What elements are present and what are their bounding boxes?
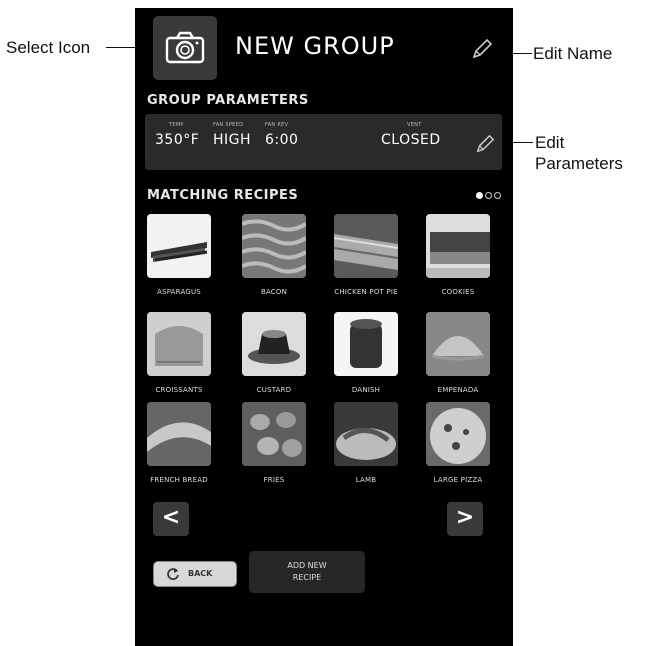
recipe-name: DANISH bbox=[351, 386, 381, 394]
recipe-name: COOKIES bbox=[441, 288, 475, 296]
param-fan-speed-label: FAN SPEED bbox=[213, 122, 244, 128]
group-parameters-heading: GROUP PARAMETERS bbox=[147, 93, 309, 108]
recipe-name: ASPARAGUS bbox=[157, 288, 201, 296]
prev-page-button[interactable]: < bbox=[153, 502, 189, 536]
add-new-recipe-button[interactable]: ADD NEW RECIPE bbox=[249, 551, 365, 593]
param-vent-value: CLOSED bbox=[381, 132, 441, 148]
param-fan-speed: FAN SPEED HIGH bbox=[213, 122, 251, 148]
recipe-image-chicken-pot-pie bbox=[334, 214, 398, 278]
matching-recipes-heading: MATCHING RECIPES bbox=[147, 188, 299, 203]
page-dot[interactable] bbox=[494, 192, 501, 199]
recipe-tile[interactable]: FRIES bbox=[242, 402, 306, 484]
recipe-image-empenada bbox=[426, 312, 490, 376]
param-temp: TEMP 350°F bbox=[155, 122, 199, 148]
recipe-tile[interactable]: CHICKEN POT PIE bbox=[334, 214, 398, 296]
group-parameters-bar[interactable]: TEMP 350°F FAN SPEED HIGH FAN REV 6:00 V… bbox=[145, 114, 502, 170]
recipe-tile[interactable]: DANISH bbox=[334, 312, 398, 394]
recipe-name: EMPENADA bbox=[437, 386, 479, 394]
recipe-tile[interactable]: FRENCH BREAD bbox=[147, 402, 211, 484]
recipe-name: CHICKEN POT PIE bbox=[334, 288, 398, 296]
recipe-name: CUSTARD bbox=[256, 386, 292, 394]
recipe-image-cookies bbox=[426, 214, 490, 278]
param-temp-label: TEMP bbox=[169, 122, 184, 128]
select-icon-button[interactable] bbox=[153, 16, 217, 80]
recipe-tile[interactable]: BACON bbox=[242, 214, 306, 296]
pencil-icon bbox=[472, 38, 493, 59]
refresh-arrow-icon bbox=[167, 568, 179, 580]
recipe-name: FRIES bbox=[263, 476, 285, 484]
recipe-tile[interactable]: LARGE PIZZA bbox=[426, 402, 490, 484]
recipe-image-croissants bbox=[147, 312, 211, 376]
recipe-tile[interactable]: COOKIES bbox=[426, 214, 490, 296]
recipe-name: CROISSANTS bbox=[155, 386, 203, 394]
edit-parameters-button[interactable] bbox=[475, 134, 495, 158]
recipe-image-fries bbox=[242, 402, 306, 466]
param-fan-rev: FAN REV 6:00 bbox=[265, 122, 298, 148]
recipe-image-french-bread bbox=[147, 402, 211, 466]
recipe-name: FRENCH BREAD bbox=[150, 476, 208, 484]
device-screen: NEW GROUP GROUP PARAMETERS TEMP 350°F FA… bbox=[135, 8, 513, 646]
recipe-name: LAMB bbox=[355, 476, 377, 484]
annotation-edit-parameters-line1: Edit bbox=[535, 133, 565, 152]
recipe-image-bacon bbox=[242, 214, 306, 278]
back-button-label: BACK bbox=[188, 569, 213, 578]
param-vent-label: VENT bbox=[407, 122, 422, 128]
annotation-edit-name: Edit Name bbox=[533, 44, 613, 63]
recipe-tile[interactable]: EMPENADA bbox=[426, 312, 490, 394]
param-fan-speed-value: HIGH bbox=[213, 132, 252, 148]
recipe-image-asparagus bbox=[147, 214, 211, 278]
annotation-edit-parameters-line2: Parameters bbox=[535, 154, 623, 173]
param-fan-rev-label: FAN REV bbox=[265, 122, 289, 128]
add-new-recipe-line2: RECIPE bbox=[292, 573, 322, 582]
recipe-tile[interactable]: CUSTARD bbox=[242, 312, 306, 394]
page-dot-active[interactable] bbox=[476, 192, 483, 199]
recipe-name: BACON bbox=[260, 288, 288, 296]
param-fan-rev-value: 6:00 bbox=[265, 132, 299, 148]
edit-name-button[interactable] bbox=[471, 38, 493, 64]
recipe-image-large-pizza bbox=[426, 402, 490, 466]
next-page-button[interactable]: > bbox=[447, 502, 483, 536]
recipe-tile[interactable]: CROISSANTS bbox=[147, 312, 211, 394]
back-button[interactable]: BACK bbox=[153, 561, 237, 587]
page-dot[interactable] bbox=[485, 192, 492, 199]
recipe-image-lamb bbox=[334, 402, 398, 466]
add-new-recipe-line1: ADD NEW bbox=[287, 561, 327, 570]
param-vent: VENT CLOSED bbox=[381, 122, 441, 148]
pencil-icon bbox=[476, 134, 495, 153]
annotation-edit-parameters: Edit Parameters bbox=[535, 132, 623, 174]
recipe-image-custard bbox=[242, 312, 306, 376]
page-indicator bbox=[476, 192, 501, 199]
recipe-name: LARGE PIZZA bbox=[433, 476, 483, 484]
recipe-tile[interactable]: LAMB bbox=[334, 402, 398, 484]
recipe-image-danish bbox=[334, 312, 398, 376]
recipe-tile[interactable]: ASPARAGUS bbox=[147, 214, 211, 296]
param-temp-value: 350°F bbox=[155, 132, 200, 148]
group-name-title: NEW GROUP bbox=[235, 32, 395, 60]
annotation-select-icon: Select Icon bbox=[6, 38, 91, 57]
camera-icon bbox=[165, 31, 205, 64]
